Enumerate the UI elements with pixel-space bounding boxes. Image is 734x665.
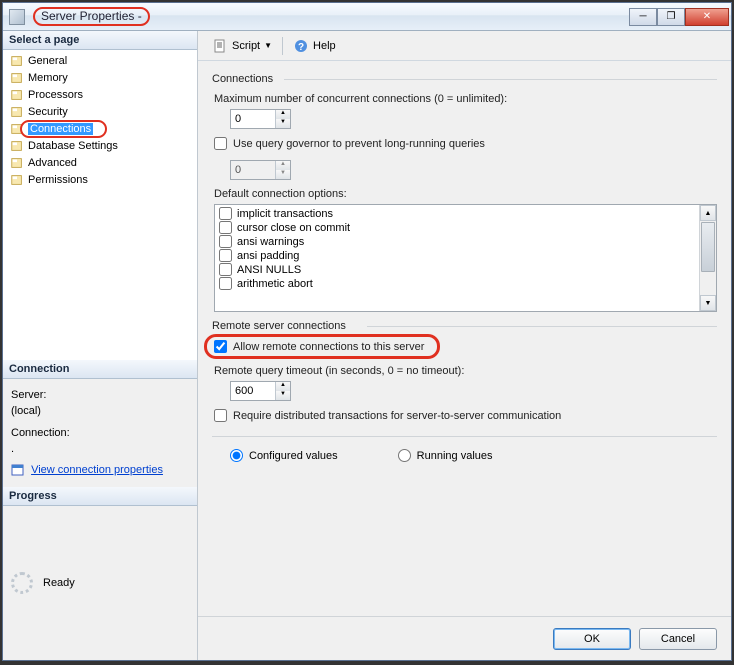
progress-spinner-icon — [11, 572, 33, 594]
allow-remote-label: Allow remote connections to this server — [233, 341, 424, 353]
help-icon: ? — [293, 38, 309, 54]
scroll-down-icon[interactable]: ▼ — [700, 295, 716, 311]
page-icon — [9, 54, 25, 68]
list-item[interactable]: cursor close on commit — [219, 221, 712, 235]
toolbar: Script ▼ ? Help — [198, 31, 731, 61]
list-item[interactable]: arithmetic abort — [219, 277, 712, 291]
sidebar-item-permissions[interactable]: Permissions — [3, 171, 197, 188]
script-icon — [212, 38, 228, 54]
chevron-down-icon: ▼ — [264, 41, 272, 50]
server-properties-dialog: Server Properties - ─ ❐ ✕ Select a page … — [2, 2, 732, 661]
sidebar-item-security[interactable]: Security — [3, 103, 197, 120]
default-options-label: Default connection options: — [214, 188, 717, 200]
page-icon — [9, 139, 25, 153]
max-connections-label: Maximum number of concurrent connections… — [214, 93, 717, 105]
server-value: (local) — [11, 405, 189, 417]
option-checkbox[interactable] — [219, 263, 232, 276]
connection-panel: Server: (local) Connection: . View conne… — [3, 379, 197, 487]
script-button[interactable]: Script ▼ — [208, 36, 276, 56]
spin-up-icon[interactable]: ▲ — [276, 382, 290, 391]
allow-remote-checkbox[interactable] — [214, 340, 227, 353]
sidebar-item-general[interactable]: General — [3, 52, 197, 69]
spin-up-icon: ▲ — [276, 161, 290, 170]
properties-icon — [11, 463, 25, 477]
page-icon — [9, 71, 25, 85]
page-icon — [9, 156, 25, 170]
option-checkbox[interactable] — [219, 235, 232, 248]
progress-panel: Ready — [3, 506, 197, 660]
maximize-button[interactable]: ❐ — [657, 8, 685, 26]
list-item[interactable]: implicit transactions — [219, 207, 712, 221]
progress-status: Ready — [43, 577, 75, 589]
remote-timeout-spinner[interactable]: ▲▼ — [230, 381, 291, 401]
spin-down-icon[interactable]: ▼ — [276, 119, 290, 128]
list-item[interactable]: ANSI NULLS — [219, 263, 712, 277]
governor-value-input — [231, 161, 275, 179]
require-distributed-label: Require distributed transactions for ser… — [233, 410, 561, 422]
window-title: Server Properties - — [29, 7, 154, 26]
require-distributed-checkbox[interactable] — [214, 409, 227, 422]
remote-timeout-label: Remote query timeout (in seconds, 0 = no… — [214, 365, 717, 377]
sidebar: Select a page General Memory Processors … — [3, 31, 198, 660]
connections-group-label: Connections — [212, 73, 717, 85]
close-button[interactable]: ✕ — [685, 8, 729, 26]
spin-up-icon[interactable]: ▲ — [276, 110, 290, 119]
page-icon — [9, 122, 25, 136]
spin-down-icon[interactable]: ▼ — [276, 391, 290, 400]
sidebar-item-advanced[interactable]: Advanced — [3, 154, 197, 171]
sidebar-item-memory[interactable]: Memory — [3, 69, 197, 86]
server-label: Server: — [11, 389, 189, 401]
sidebar-item-connections[interactable]: Connections — [3, 120, 197, 137]
help-button[interactable]: ? Help — [289, 36, 340, 56]
query-governor-checkbox[interactable] — [214, 137, 227, 150]
option-checkbox[interactable] — [219, 277, 232, 290]
progress-header: Progress — [3, 487, 197, 506]
sidebar-item-processors[interactable]: Processors — [3, 86, 197, 103]
minimize-button[interactable]: ─ — [629, 8, 657, 26]
remote-group-label: Remote server connections — [212, 320, 717, 332]
page-icon — [9, 88, 25, 102]
titlebar[interactable]: Server Properties - ─ ❐ ✕ — [3, 3, 731, 31]
window-icon — [9, 9, 25, 25]
list-item[interactable]: ansi padding — [219, 249, 712, 263]
page-list: General Memory Processors Security Conne… — [3, 50, 197, 360]
default-options-listbox[interactable]: implicit transactions cursor close on co… — [214, 204, 717, 312]
svg-text:?: ? — [298, 42, 304, 53]
option-checkbox[interactable] — [219, 221, 232, 234]
max-connections-input[interactable] — [231, 110, 275, 128]
scroll-thumb[interactable] — [701, 222, 715, 272]
select-page-header: Select a page — [3, 31, 197, 50]
dialog-footer: OK Cancel — [198, 616, 731, 660]
configured-values-radio[interactable]: Configured values — [230, 449, 338, 462]
main-panel: Script ▼ ? Help Connections Maximum numb… — [198, 31, 731, 660]
connection-value: . — [11, 443, 189, 455]
list-item[interactable]: ansi warnings — [219, 235, 712, 249]
governor-value-spinner: ▲▼ — [230, 160, 291, 180]
sidebar-item-database-settings[interactable]: Database Settings — [3, 137, 197, 154]
remote-timeout-input[interactable] — [231, 382, 275, 400]
option-checkbox[interactable] — [219, 207, 232, 220]
page-icon — [9, 105, 25, 119]
ok-button[interactable]: OK — [553, 628, 631, 650]
view-connection-properties-link[interactable]: View connection properties — [31, 464, 163, 476]
listbox-scrollbar[interactable]: ▲ ▼ — [699, 205, 716, 311]
page-icon — [9, 173, 25, 187]
scroll-up-icon[interactable]: ▲ — [700, 205, 716, 221]
spin-down-icon: ▼ — [276, 170, 290, 179]
running-values-radio[interactable]: Running values — [398, 449, 493, 462]
max-connections-spinner[interactable]: ▲▼ — [230, 109, 291, 129]
connection-header: Connection — [3, 360, 197, 379]
connection-label: Connection: — [11, 427, 189, 439]
query-governor-label: Use query governor to prevent long-runni… — [233, 138, 485, 150]
cancel-button[interactable]: Cancel — [639, 628, 717, 650]
option-checkbox[interactable] — [219, 249, 232, 262]
